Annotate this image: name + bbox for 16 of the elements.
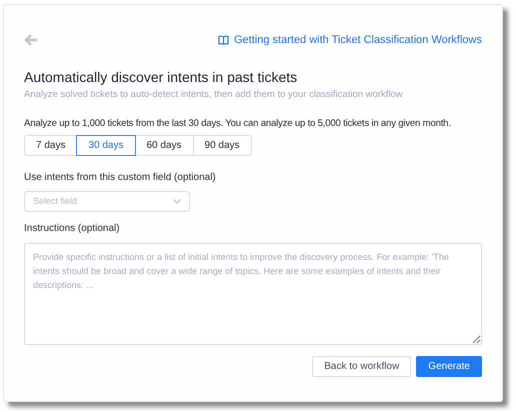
help-link[interactable]: Getting started with Ticket Classification Workflows [218, 32, 482, 48]
chevron-down-icon [173, 199, 181, 204]
generate-button[interactable]: Generate [416, 356, 482, 377]
dialog-title: Automatically discover intents in past tickets [24, 68, 298, 86]
range-tab[interactable]: 60 days [134, 135, 194, 156]
back-button[interactable]: Back to workflow [312, 356, 412, 377]
range-note: Analyze up to 1,000 tickets from the last 30 days. You can analyze up to 5,000 tickets in any given month. [24, 117, 452, 130]
range-tab[interactable]: 7 days [24, 135, 78, 156]
field-label: Instructions (optional) [24, 222, 121, 235]
dialog-subtitle: Analyze solved tickets to auto-detect intents, then add them to your classification workflow [24, 88, 404, 101]
range-tab[interactable]: 90 days [192, 135, 252, 156]
field-label: Use intents from this custom field (optional) [24, 171, 217, 184]
back-arrow-icon[interactable] [24, 34, 38, 46]
book-icon [218, 35, 229, 45]
range-tab[interactable]: 30 days [76, 135, 136, 156]
instructions-field[interactable]: Provide specific instructions or a list of initial intents to improve the discovery process. For example: 'The intents should be broad and cover a wide range of topics. Here are some examples of intents and their descriptions: ... [24, 243, 482, 345]
